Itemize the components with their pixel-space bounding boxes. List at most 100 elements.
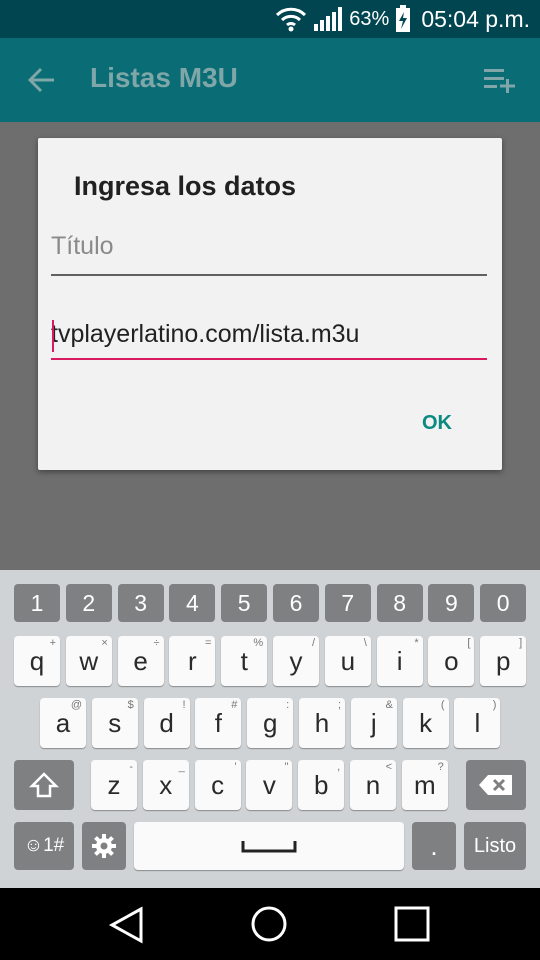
key-secondary-symbol: ; <box>337 699 341 711</box>
key-v[interactable]: " v <box>246 760 293 810</box>
key-label: c <box>211 769 225 800</box>
wifi-icon <box>276 7 307 32</box>
key-label: 7 <box>341 589 355 616</box>
key-label: 8 <box>393 589 406 616</box>
key-secondary-symbol: _ <box>178 761 185 773</box>
key-h[interactable]: ; h <box>299 698 345 748</box>
key-secondary-symbol: ) <box>492 699 497 711</box>
key-s[interactable]: $ s <box>91 698 138 748</box>
key-3[interactable]: 3 <box>117 584 164 622</box>
key-w[interactable]: × w <box>65 636 112 686</box>
key-label: s <box>108 707 122 738</box>
home-nav-icon[interactable] <box>250 905 288 943</box>
back-nav-icon[interactable] <box>108 906 146 944</box>
key-p[interactable]: ] p <box>480 636 527 686</box>
key-label: 4 <box>185 589 199 616</box>
key-label: t <box>240 645 248 676</box>
key-t[interactable]: % t <box>221 636 268 686</box>
status-bar: 63% 05:04 p.m. <box>0 0 540 38</box>
key-label: h <box>314 707 330 738</box>
key-7[interactable]: 7 <box>324 584 371 622</box>
key-r[interactable]: = r <box>169 636 216 686</box>
url-field[interactable]: tvplayerlatino.com/lista.m3u <box>51 314 487 360</box>
symbols-key[interactable]: ☺1# <box>14 822 74 870</box>
key-k[interactable]: (k <box>402 698 449 748</box>
key-n[interactable]: < n <box>350 760 396 810</box>
key-label: g <box>262 707 278 738</box>
key-8[interactable]: 8 <box>376 584 423 622</box>
dialog-title: Ingresa los datos <box>74 171 297 201</box>
key-5[interactable]: 5 <box>221 584 268 622</box>
key-x[interactable]: _ x <box>142 760 189 810</box>
key-secondary-symbol: + <box>49 637 56 649</box>
key-m[interactable]: ? m <box>401 760 448 810</box>
key-y[interactable]: / y <box>273 636 319 686</box>
key-9[interactable]: 9 <box>428 584 475 622</box>
key-g[interactable]: :g <box>247 698 294 748</box>
key-label: 9 <box>444 589 458 616</box>
navigation-bar <box>0 888 540 960</box>
recents-nav-icon[interactable] <box>394 906 430 942</box>
key-label: m <box>413 769 436 800</box>
title-field[interactable]: Título <box>51 228 487 276</box>
backspace-key[interactable] <box>466 760 526 810</box>
key-l[interactable]: ) l <box>454 698 501 748</box>
key-6[interactable]: 6 <box>273 584 319 622</box>
key-4[interactable]: 4 <box>169 584 216 622</box>
ok-button[interactable]: OK <box>422 412 452 435</box>
key-secondary-symbol: × <box>101 637 108 649</box>
key-j[interactable]: & j <box>350 698 397 748</box>
key-label: b <box>313 769 329 800</box>
key-a[interactable]: @ a <box>40 698 86 748</box>
key-label: 6 <box>289 589 303 616</box>
key-e[interactable]: ÷ e <box>117 636 164 686</box>
key-0[interactable]: 0 <box>480 584 527 622</box>
backspace-icon <box>479 775 512 795</box>
key-secondary-symbol: ] <box>519 637 523 649</box>
key-label: a <box>55 707 71 738</box>
space-icon <box>241 841 297 853</box>
key-secondary-symbol: \ <box>363 637 367 649</box>
done-key[interactable]: Listo <box>464 822 526 870</box>
settings-key[interactable] <box>82 822 126 870</box>
key-label: 2 <box>82 589 96 616</box>
clock: 05:04 p.m. <box>421 5 530 32</box>
playlist-add-icon[interactable] <box>484 66 518 94</box>
key-i[interactable]: * i <box>376 636 423 686</box>
shift-key[interactable] <box>14 760 74 810</box>
key-f[interactable]: # f <box>195 698 242 748</box>
key-b[interactable]: ,b <box>298 760 345 810</box>
key-label: q <box>29 645 45 676</box>
signal-icon <box>314 7 343 31</box>
key-label: r <box>188 645 197 676</box>
key-label: w <box>79 645 99 676</box>
key-u[interactable]: \ u <box>324 636 371 686</box>
space-key[interactable] <box>134 822 404 870</box>
key-z[interactable]: -z <box>91 760 137 810</box>
battery-charging-icon <box>396 5 411 32</box>
key-label: j <box>370 707 377 738</box>
key-secondary-symbol: : <box>286 699 290 711</box>
title-field-placeholder: Título <box>51 232 114 260</box>
key-secondary-symbol: < <box>385 761 392 773</box>
key-c[interactable]: ' c <box>194 760 241 810</box>
key-1[interactable]: 1 <box>14 584 60 622</box>
key-secondary-symbol: / <box>311 637 315 649</box>
key-q[interactable]: + q <box>14 636 60 686</box>
key-label: f <box>214 707 222 738</box>
keyboard: 1234567890 + q × w ÷ e = r% t / y \ u * i[o] p @ a $ s! d # f… <box>0 570 540 888</box>
key-secondary-symbol: , <box>337 761 341 773</box>
key-o[interactable]: [o <box>428 636 475 686</box>
key-label: 0 <box>496 589 510 616</box>
key-d[interactable]: ! d <box>143 698 190 748</box>
key-2[interactable]: 2 <box>65 584 112 622</box>
gear-icon <box>92 834 116 858</box>
key-secondary-symbol: % <box>253 637 264 649</box>
key-secondary-symbol: # <box>231 699 238 711</box>
key-secondary-symbol: @ <box>70 699 82 711</box>
arrow-left-icon[interactable] <box>26 65 58 95</box>
shift-icon <box>29 772 59 798</box>
key-secondary-symbol: $ <box>127 699 134 711</box>
key-secondary-symbol: [ <box>467 637 471 649</box>
period-key[interactable]: . <box>412 822 456 870</box>
